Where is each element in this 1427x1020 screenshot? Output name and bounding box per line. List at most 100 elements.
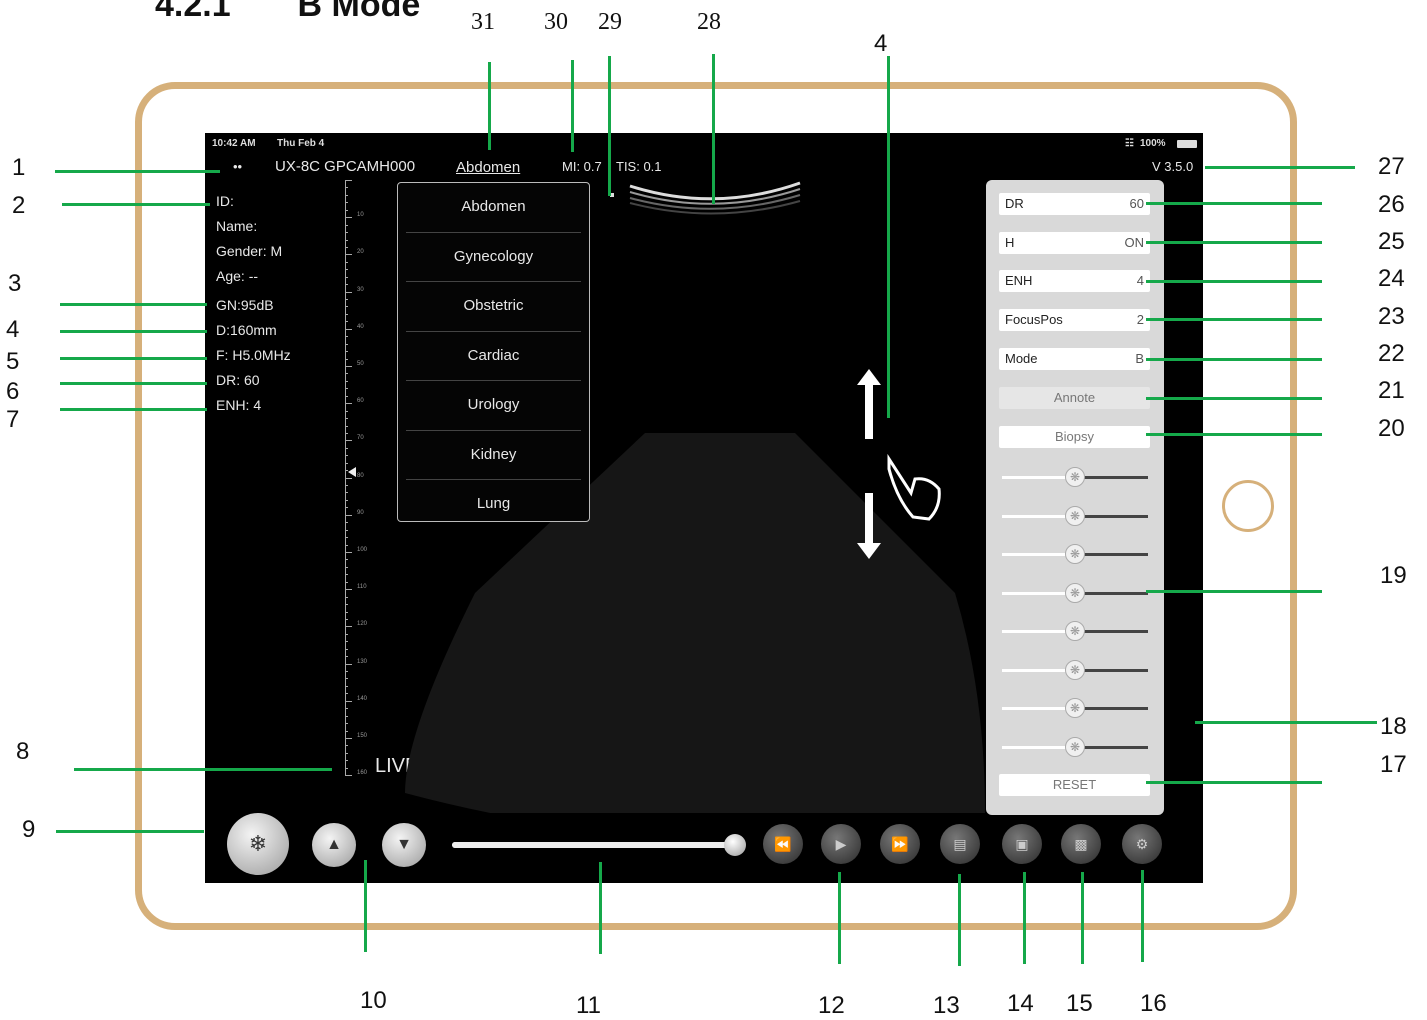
- callout-line: [60, 357, 207, 360]
- callout-line: [1141, 870, 1144, 962]
- measure-button[interactable]: ▤: [940, 824, 980, 864]
- tgc-slider-knob[interactable]: ❋: [1065, 659, 1085, 680]
- tgc-slider-knob[interactable]: ❋: [1065, 736, 1085, 757]
- tgc-slider[interactable]: ❋: [1002, 582, 1148, 603]
- setting-focuspos-button[interactable]: FocusPos 2: [999, 309, 1150, 332]
- ruler-tick: [345, 462, 348, 464]
- reset-button[interactable]: RESET: [999, 774, 1150, 796]
- tgc-slider-knob[interactable]: ❋: [1065, 544, 1085, 564]
- exam-menu-item[interactable]: Kidney: [406, 431, 581, 480]
- tgc-slider[interactable]: ❋: [1002, 621, 1148, 641]
- tgc-slider-knob[interactable]: ❋: [1065, 582, 1085, 603]
- setting-dr-button[interactable]: DR 60: [999, 193, 1150, 215]
- section-heading: 4.2.1 B Mode: [155, 0, 420, 25]
- exam-menu-item[interactable]: Lung: [406, 480, 581, 529]
- exam-menu-item[interactable]: Obstetric: [406, 282, 581, 332]
- ruler-tick: [345, 291, 352, 293]
- callout-line: [608, 56, 611, 196]
- tgc-slider[interactable]: ❋: [1002, 698, 1148, 718]
- exam-preset-menu: Abdomen Gynecology Obstetric Cardiac Urology…: [397, 182, 590, 522]
- ruler-label: 80: [357, 472, 364, 479]
- exam-menu-item[interactable]: Abdomen: [406, 183, 581, 233]
- setting-label: ENH: [1005, 273, 1033, 289]
- save-button[interactable]: ▣: [1002, 824, 1042, 864]
- ruler-tick: [345, 715, 348, 717]
- triangle-up-icon: ▲: [326, 836, 342, 853]
- home-button[interactable]: [1222, 480, 1274, 532]
- callout-7: 7: [6, 406, 20, 433]
- patient-id: ID:: [216, 193, 234, 209]
- callout-line: [62, 203, 210, 206]
- ruler-tick: [345, 313, 348, 315]
- ruler-tick: [345, 775, 352, 777]
- record-video-button[interactable]: ▩: [1061, 824, 1101, 864]
- callout-23: 23: [1378, 303, 1405, 330]
- tgc-slider-knob[interactable]: ❋: [1065, 698, 1085, 718]
- play-button[interactable]: ▶: [821, 824, 861, 864]
- cine-slider-track[interactable]: [452, 842, 735, 848]
- freeze-button[interactable]: ❄: [227, 813, 289, 875]
- callout-3: 3: [8, 270, 22, 297]
- tgc-slider[interactable]: ❋: [1002, 544, 1148, 564]
- ruler-tick: [345, 641, 348, 643]
- callout-4-top: 4: [874, 30, 888, 57]
- callout-line: [1146, 781, 1322, 784]
- annote-button[interactable]: Annote: [999, 387, 1150, 409]
- callout-4-left: 4: [6, 316, 20, 343]
- exam-menu-item[interactable]: Cardiac: [406, 332, 581, 381]
- gain-down-button[interactable]: ▼: [382, 823, 426, 867]
- exam-menu-item[interactable]: Gynecology: [406, 233, 581, 282]
- callout-line: [599, 862, 602, 954]
- callout-line: [1023, 872, 1026, 964]
- gear-icon: ⚙: [1135, 836, 1149, 852]
- biopsy-button[interactable]: Biopsy: [999, 426, 1150, 448]
- video-camera-icon: ▩: [1074, 836, 1088, 852]
- tgc-slider-knob[interactable]: ❋: [1065, 505, 1085, 526]
- tgc-slider-knob[interactable]: ❋: [1065, 621, 1085, 641]
- mi-value: MI: 0.7: [562, 159, 602, 174]
- ruler-tick: [345, 633, 348, 635]
- callout-15: 15: [1066, 990, 1093, 1017]
- tgc-slider[interactable]: ❋: [1002, 467, 1148, 487]
- battery-icon: [1177, 140, 1197, 148]
- swipe-gesture-icon: [857, 369, 941, 559]
- ruler-tick: [345, 596, 348, 598]
- status-date: Thu Feb 4: [277, 138, 325, 149]
- setting-value: 60: [1129, 196, 1144, 211]
- param-depth: D:160mm: [216, 322, 277, 338]
- gain-up-button[interactable]: ▲: [312, 823, 356, 867]
- exam-menu-item[interactable]: Urology: [406, 381, 581, 431]
- save-icon: ▣: [1015, 836, 1029, 852]
- ruler-tick: [345, 284, 348, 286]
- ruler-tick: [345, 760, 348, 762]
- control-panel: DR 60 H ON ENH 4 FocusPos 2 Mode B Annote Biopsy ❋ ❋ ❋…: [986, 180, 1164, 815]
- callout-line: [1146, 241, 1322, 244]
- param-gain: GN:95dB: [216, 297, 274, 313]
- rewind-button[interactable]: ⏪: [763, 824, 803, 864]
- fast-forward-button[interactable]: ⏩: [880, 824, 920, 864]
- ruler-tick: [345, 485, 348, 487]
- setting-h-button[interactable]: H ON: [999, 231, 1150, 254]
- settings-button[interactable]: ⚙: [1122, 824, 1162, 864]
- callout-26: 26: [1378, 191, 1405, 218]
- callout-2: 2: [12, 192, 26, 219]
- ruler-tick: [345, 738, 352, 739]
- ruler-tick: [345, 432, 348, 434]
- setting-mode-button[interactable]: Mode B: [999, 347, 1150, 370]
- tgc-slider-knob[interactable]: ❋: [1065, 467, 1085, 487]
- ruler-tick: [345, 194, 348, 196]
- ruler-tick: [345, 187, 348, 189]
- callout-21: 21: [1378, 377, 1405, 404]
- setting-label: FocusPos: [1005, 312, 1063, 328]
- ruler-tick: [345, 626, 352, 628]
- ruler-label: 150: [357, 733, 368, 739]
- tgc-slider[interactable]: ❋: [1002, 736, 1148, 757]
- ruler-tick: [345, 380, 348, 382]
- cine-slider-knob[interactable]: [724, 834, 746, 856]
- setting-enh-button[interactable]: ENH 4: [999, 270, 1150, 293]
- rewind-icon: ⏪: [774, 836, 792, 852]
- tgc-slider[interactable]: ❋: [1002, 659, 1148, 680]
- tgc-slider[interactable]: ❋: [1002, 505, 1148, 526]
- ruler-label: 130: [357, 658, 368, 665]
- ruler-tick: [345, 254, 352, 256]
